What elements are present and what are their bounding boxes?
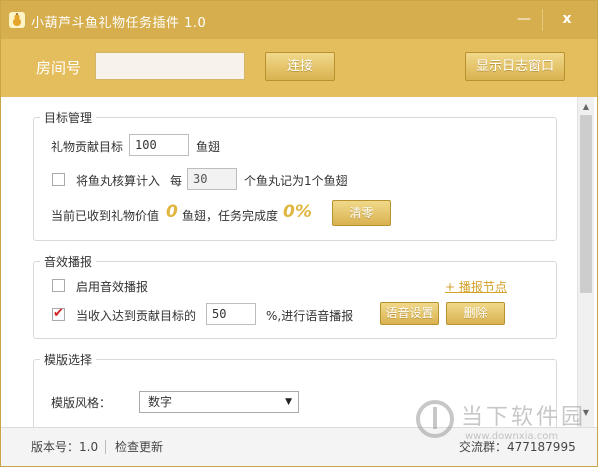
reach-percent-suffix: %,进行语音播报 bbox=[266, 309, 354, 323]
group-title-sound: 音效播报 bbox=[40, 253, 97, 270]
add-broadcast-node-link[interactable]: + 播报节点 bbox=[445, 278, 507, 295]
connection-bar: 房间号 连接 显示日志窗口 bbox=[1, 39, 597, 97]
gift-target-unit: 鱼翅 bbox=[196, 140, 221, 154]
template-selection-group: 模版选择 模版风格： 数字 ▼ bbox=[33, 351, 557, 427]
vertical-scrollbar[interactable]: ▲ ▼ bbox=[577, 97, 594, 427]
target-management-group: 目标管理 礼物贡献目标 鱼翅 将鱼丸核算计入 每 个鱼丸记为1个鱼翅 当前已收到… bbox=[33, 109, 557, 241]
check-update-link[interactable]: 检查更新 bbox=[115, 438, 163, 455]
connect-button[interactable]: 连接 bbox=[265, 52, 335, 81]
group-number-text: 交流群：477187995 bbox=[459, 440, 576, 454]
scroll-up-icon[interactable]: ▲ bbox=[578, 99, 594, 115]
room-number-input[interactable] bbox=[95, 52, 245, 80]
dropdown-arrow-icon: ▼ bbox=[285, 397, 292, 407]
status-bar: 版本号：1.0 检查更新 交流群：477187995 bbox=[1, 427, 597, 466]
progress-percent: 0% bbox=[283, 202, 312, 222]
received-unit: 鱼翅，任务完成度 bbox=[182, 209, 279, 223]
enable-sound-label: 启用音效播报 bbox=[76, 280, 149, 294]
every-label: 每 bbox=[170, 174, 183, 188]
plugin-window: 小葫芦斗鱼礼物任务插件 1.0 — x 房间号 连接 显示日志窗口 目标管理 礼… bbox=[0, 0, 598, 467]
scroll-down-icon[interactable]: ▼ bbox=[578, 405, 594, 421]
reach-percent-input[interactable] bbox=[206, 303, 256, 325]
received-label: 当前已收到礼物价值 bbox=[51, 209, 160, 223]
group-title-template: 模版选择 bbox=[40, 351, 97, 368]
group-title-target: 目标管理 bbox=[40, 109, 97, 126]
gift-target-label: 礼物贡献目标 bbox=[51, 140, 124, 154]
room-label: 房间号 bbox=[36, 59, 82, 77]
title-bar[interactable]: 小葫芦斗鱼礼物任务插件 1.0 — x bbox=[1, 1, 597, 39]
voice-settings-button[interactable]: 语音设置 bbox=[380, 302, 439, 325]
show-log-button[interactable]: 显示日志窗口 bbox=[465, 52, 565, 81]
enable-sound-checkbox[interactable] bbox=[52, 279, 65, 292]
reach-target-label: 当收入达到贡献目标的 bbox=[76, 309, 197, 323]
convert-fishball-checkbox[interactable] bbox=[52, 173, 65, 186]
convert-fishball-label: 将鱼丸核算计入 bbox=[76, 174, 161, 188]
close-icon[interactable]: x bbox=[554, 7, 580, 31]
template-style-value: 数字 bbox=[148, 395, 173, 409]
window-title: 小葫芦斗鱼礼物任务插件 1.0 bbox=[31, 16, 207, 31]
template-style-select[interactable]: 数字 ▼ bbox=[139, 391, 299, 413]
minimize-icon[interactable]: — bbox=[511, 7, 537, 31]
template-style-label: 模版风格： bbox=[51, 396, 112, 410]
version-text: 版本号：1.0 bbox=[31, 440, 99, 454]
fishball-ratio-suffix: 个鱼丸记为1个鱼翅 bbox=[244, 174, 348, 188]
gift-target-input[interactable] bbox=[129, 134, 189, 156]
status-divider bbox=[105, 440, 106, 454]
sound-broadcast-group: 音效播报 启用音效播报 + 播报节点 当收入达到贡献目标的 %,进行语音播报 语… bbox=[33, 253, 557, 339]
fishball-ratio-input[interactable] bbox=[187, 168, 237, 190]
gourd-app-icon bbox=[9, 12, 25, 28]
settings-panel[interactable]: 目标管理 礼物贡献目标 鱼翅 将鱼丸核算计入 每 个鱼丸记为1个鱼翅 当前已收到… bbox=[11, 97, 577, 427]
reset-button[interactable]: 清零 bbox=[332, 200, 391, 226]
received-value: 0 bbox=[166, 202, 178, 222]
reach-target-checkbox[interactable] bbox=[52, 306, 65, 321]
scroll-thumb[interactable] bbox=[580, 115, 592, 293]
title-divider bbox=[542, 9, 543, 31]
delete-button[interactable]: 删除 bbox=[446, 302, 505, 325]
